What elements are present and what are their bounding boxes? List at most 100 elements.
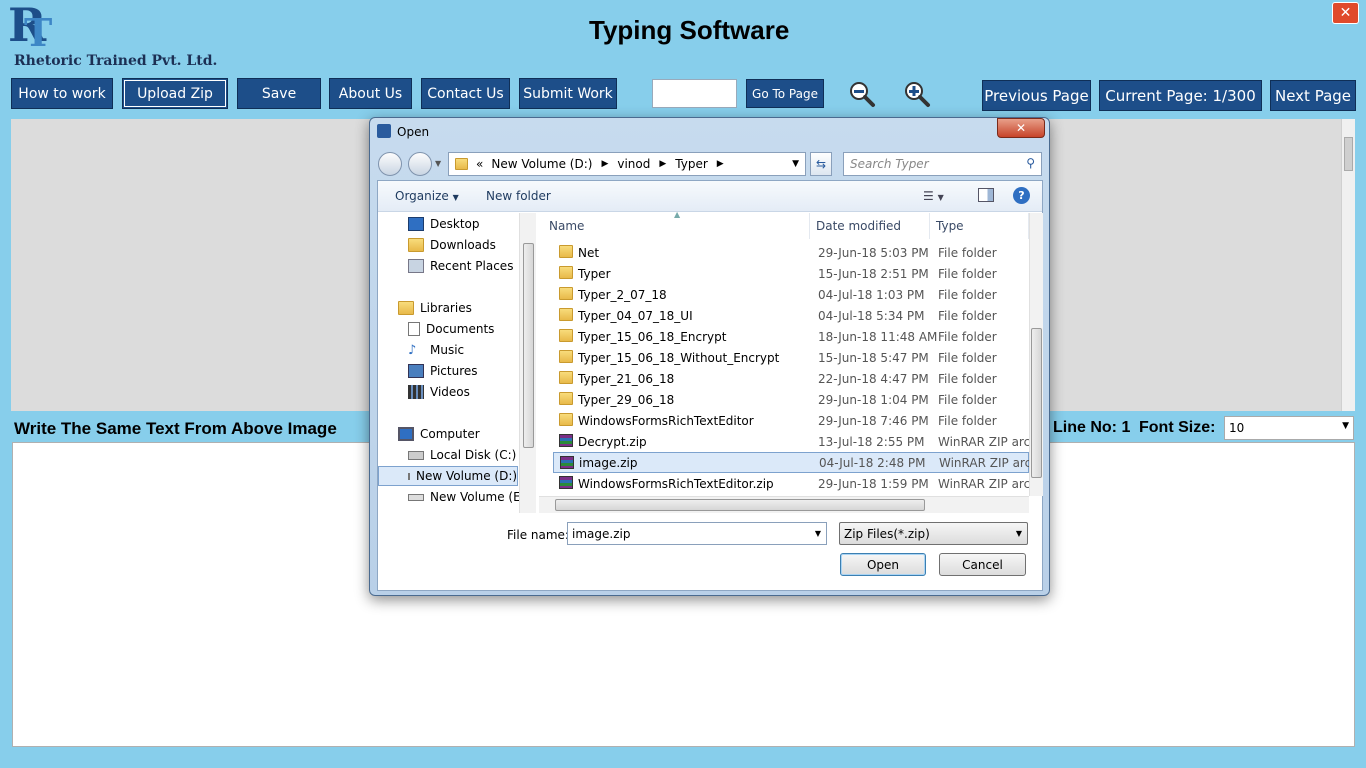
nav-recent-places[interactable]: Recent Places bbox=[408, 256, 513, 276]
folder-icon bbox=[559, 413, 573, 426]
nav-libraries[interactable]: Libraries bbox=[398, 298, 472, 318]
how-to-work-button[interactable]: How to work bbox=[11, 78, 113, 109]
scroll-thumb[interactable] bbox=[555, 499, 925, 511]
folder-row[interactable]: Typer_04_07_18_UI 04-Jul-18 5:34 PM File f… bbox=[553, 305, 1029, 326]
file-type: File folder bbox=[938, 329, 997, 344]
folder-row[interactable]: Typer_15_06_18_Without_Encrypt 15-Jun-18 … bbox=[553, 347, 1029, 368]
cancel-button[interactable]: Cancel bbox=[939, 553, 1026, 576]
folder-icon bbox=[559, 245, 573, 258]
nav-local-disk-c[interactable]: Local Disk (C:) bbox=[408, 445, 516, 465]
close-button[interactable]: ✕ bbox=[1332, 2, 1359, 24]
history-dropdown-icon[interactable]: ▼ bbox=[435, 159, 441, 168]
scroll-thumb[interactable] bbox=[1031, 328, 1042, 478]
command-bar: Organize ▼ New folder ☰ ▼ ? bbox=[378, 181, 1042, 212]
folder-row[interactable]: WindowsFormsRichTextEditor 29-Jun-18 7:46… bbox=[553, 410, 1029, 431]
submit-work-button[interactable]: Submit Work bbox=[519, 78, 617, 109]
contact-us-button[interactable]: Contact Us bbox=[421, 78, 510, 109]
file-type-filter[interactable]: Zip Files(*.zip) ▼ bbox=[839, 522, 1028, 545]
go-to-page-button[interactable]: Go To Page bbox=[746, 79, 824, 108]
nav-new-volume-e[interactable]: New Volume (E:) bbox=[408, 487, 529, 507]
scroll-thumb[interactable] bbox=[1344, 137, 1353, 171]
pictures-icon bbox=[408, 364, 424, 378]
folder-row[interactable]: Typer_21_06_18 22-Jun-18 4:47 PM File fold… bbox=[553, 368, 1029, 389]
file-name: Typer_15_06_18_Without_Encrypt bbox=[578, 350, 780, 365]
nav-downloads[interactable]: Downloads bbox=[408, 235, 496, 255]
column-date-modified[interactable]: Date modified bbox=[810, 213, 930, 239]
nav-label: Recent Places bbox=[430, 259, 514, 273]
new-folder-button[interactable]: New folder bbox=[486, 189, 551, 203]
horizontal-scrollbar[interactable] bbox=[539, 496, 1029, 513]
help-icon[interactable]: ? bbox=[1013, 187, 1030, 204]
file-type-value: Zip Files(*.zip) bbox=[844, 526, 930, 541]
file-name: Typer_29_06_18 bbox=[578, 392, 675, 407]
file-type: WinRAR ZIP archi bbox=[938, 476, 1030, 491]
logo: R T bbox=[6, 0, 66, 56]
previous-page-button[interactable]: Previous Page bbox=[982, 80, 1091, 111]
recent-places-icon bbox=[408, 259, 424, 273]
folder-row[interactable]: Net 29-Jun-18 5:03 PM File folder bbox=[553, 242, 1029, 263]
file-name-combo[interactable]: image.zip ▼ bbox=[567, 522, 827, 545]
nav-label: Documents bbox=[426, 322, 495, 336]
search-box[interactable]: Search Typer ⚲ bbox=[843, 152, 1042, 176]
breadcrumb-drive[interactable]: New Volume (D:) bbox=[491, 157, 592, 171]
file-name: Typer_21_06_18 bbox=[578, 371, 675, 386]
file-row[interactable]: WindowsFormsRichTextEditor.zip 29-Jun-18 … bbox=[553, 473, 1030, 494]
image-view-scrollbar[interactable] bbox=[1341, 119, 1355, 411]
nav-desktop[interactable]: Desktop bbox=[408, 214, 480, 234]
file-type: File folder bbox=[938, 392, 997, 407]
about-us-button[interactable]: About Us bbox=[329, 78, 412, 109]
folder-row[interactable]: Typer_29_06_18 29-Jun-18 1:04 PM File fold… bbox=[553, 389, 1029, 410]
chevron-down-icon[interactable]: ▼ bbox=[792, 159, 799, 169]
downloads-icon bbox=[408, 238, 424, 252]
file-row[interactable]: image.zip 04-Jul-18 2:48 PM WinRAR ZIP arc… bbox=[553, 452, 1031, 473]
dialog-title: Open bbox=[397, 125, 430, 139]
folder-row[interactable]: Typer_2_07_18 04-Jul-18 1:03 PM File folde… bbox=[553, 284, 1029, 305]
dialog-close-button[interactable]: ✕ bbox=[997, 118, 1045, 138]
zoom-in-icon[interactable] bbox=[903, 80, 931, 108]
refresh-button[interactable]: ⇆ bbox=[810, 152, 832, 176]
breadcrumb-overflow[interactable]: « bbox=[476, 157, 483, 171]
chevron-down-icon: ▼ bbox=[452, 193, 459, 202]
file-row[interactable]: Decrypt.zip 13-Jul-18 2:55 PM WinRAR ZIP a… bbox=[553, 431, 1030, 452]
next-page-button[interactable]: Next Page bbox=[1270, 80, 1356, 111]
goto-page-input[interactable] bbox=[652, 79, 737, 108]
file-date: 04-Jul-18 2:48 PM bbox=[819, 455, 926, 470]
nav-music[interactable]: ♪ Music bbox=[408, 340, 464, 360]
folder-row[interactable]: Typer_15_06_18_Encrypt 18-Jun-18 11:48 AM… bbox=[553, 326, 1029, 347]
drive-icon bbox=[408, 450, 424, 460]
nav-scrollbar[interactable] bbox=[519, 213, 536, 513]
file-date: 29-Jun-18 1:04 PM bbox=[818, 392, 929, 407]
column-label: Name bbox=[549, 219, 585, 233]
nav-pictures[interactable]: Pictures bbox=[408, 361, 478, 381]
view-options-icon[interactable]: ☰ ▼ bbox=[923, 189, 944, 203]
scroll-thumb[interactable] bbox=[523, 243, 534, 448]
column-name[interactable]: Name ▲ bbox=[539, 210, 810, 239]
save-button[interactable]: Save bbox=[237, 78, 321, 109]
line-number-label: Line No: 1 bbox=[1053, 419, 1131, 436]
address-bar[interactable]: « New Volume (D:) ▶ vinod ▶ Typer ▶ ▼ bbox=[448, 152, 806, 176]
file-list-scrollbar[interactable] bbox=[1029, 213, 1043, 496]
organize-button[interactable]: Organize ▼ bbox=[395, 189, 459, 203]
search-placeholder: Search Typer bbox=[850, 157, 929, 171]
company-name: Rhetoric Trained Pvt. Ltd. bbox=[14, 53, 218, 69]
zoom-out-icon[interactable] bbox=[848, 80, 876, 108]
font-size-select[interactable]: 10 ▼ bbox=[1224, 416, 1354, 440]
nav-label: Local Disk (C:) bbox=[430, 448, 517, 462]
nav-videos[interactable]: Videos bbox=[408, 382, 470, 402]
breadcrumb-typer[interactable]: Typer bbox=[675, 157, 708, 171]
nav-computer[interactable]: Computer bbox=[398, 424, 480, 444]
folder-row[interactable]: Typer 15-Jun-18 2:51 PM File folder bbox=[553, 263, 1029, 284]
documents-icon bbox=[408, 322, 420, 336]
nav-new-volume-d[interactable]: New Volume (D:) bbox=[378, 466, 518, 486]
back-button[interactable] bbox=[378, 152, 402, 176]
nav-documents[interactable]: Documents bbox=[408, 319, 494, 339]
breadcrumb-vinod[interactable]: vinod bbox=[617, 157, 650, 171]
column-type[interactable]: Type bbox=[930, 213, 1029, 239]
forward-button[interactable] bbox=[408, 152, 432, 176]
open-button[interactable]: Open bbox=[840, 553, 926, 576]
file-name-value: image.zip bbox=[572, 526, 631, 541]
libraries-icon bbox=[398, 301, 414, 315]
drive-icon bbox=[408, 493, 424, 501]
upload-zip-button[interactable]: Upload Zip bbox=[122, 78, 228, 109]
preview-pane-icon[interactable] bbox=[978, 188, 994, 202]
